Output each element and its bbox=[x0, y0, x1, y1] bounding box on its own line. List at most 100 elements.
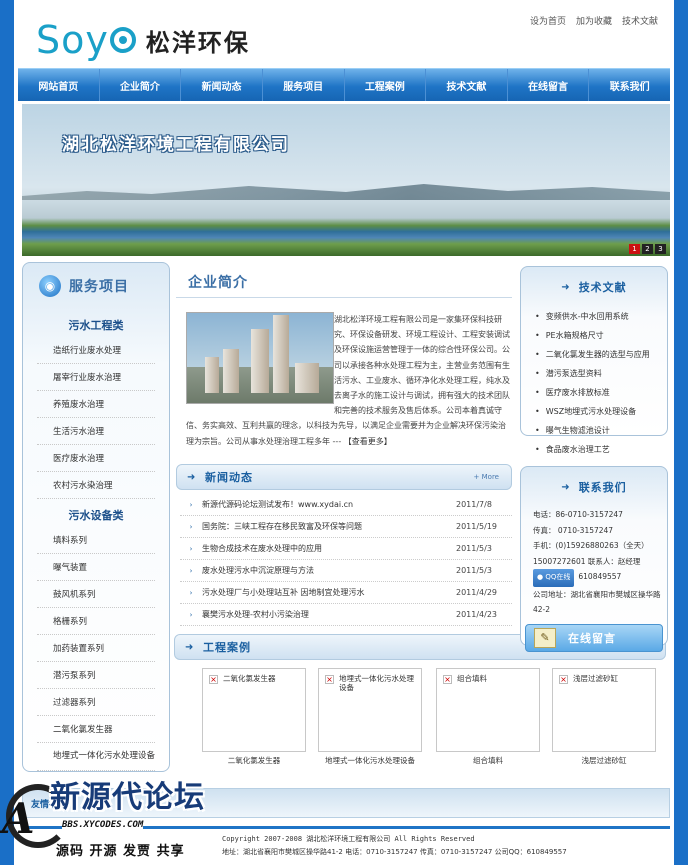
banner: 湖北松洋环境工程有限公司 1 2 3 bbox=[22, 104, 670, 256]
list-item[interactable]: 农村污水染治理 bbox=[37, 472, 155, 499]
list-item[interactable]: WSZ地埋式污水处理设备 bbox=[535, 402, 657, 421]
news-row[interactable]: › 新源代源码论坛测试发布！www.xydai.cn 2011/7/8 bbox=[180, 494, 512, 516]
broken-image-icon: × bbox=[443, 675, 452, 684]
services-title: 服务项目 bbox=[69, 279, 129, 295]
tech-title: 技术文献 bbox=[578, 281, 627, 294]
news-row[interactable]: › 废水处理污水中沉淀原理与方法 2011/5/3 bbox=[180, 560, 512, 582]
notepad-icon: ✎ bbox=[534, 627, 556, 648]
tech-docs-link[interactable]: 技术文献 bbox=[622, 14, 658, 27]
cases-title: 工程案例 bbox=[203, 641, 251, 654]
services-sidebar: ◉ 服务项目 污水工程类 造纸行业废水处理 屠宰行业废水治理 养殖废水治理 生活… bbox=[22, 262, 170, 772]
category-water-equipment-list: 填料系列 曝气装置 鼓风机系列 格栅系列 加药装置系列 潜污泵系列 过滤器系列 … bbox=[23, 527, 169, 771]
case-caption: 浅层过滤砂缸 bbox=[581, 756, 627, 765]
set-homepage-link[interactable]: 设为首页 bbox=[530, 14, 566, 27]
contact-info: 电话：86-0710-3157247 传真： 0710-3157247 手机：(… bbox=[521, 507, 667, 618]
about-paragraph-2-wrap: 信、务实高效、互利共赢的理念，以科技为先导，以满足企业需要并为企业解决环保污染治… bbox=[180, 418, 510, 448]
cases-gallery: × 二氧化氯发生器 二氧化氯发生器 × 地埋式一体化污水处理设备 地埋式一体化污水处… bbox=[174, 668, 666, 766]
site-logo[interactable]: Soy 松洋环保 bbox=[36, 18, 250, 62]
list-item[interactable]: 鼓风机系列 bbox=[37, 581, 155, 608]
case-image-alt: 地埋式一体化污水处理设备 bbox=[339, 674, 414, 692]
news-list: › 新源代源码论坛测试发布！www.xydai.cn 2011/7/8 › 国务院：三… bbox=[180, 494, 512, 626]
contact-mobile-2: 15007272601 联系人：赵经理 bbox=[533, 556, 641, 566]
contact-sidebar: ➜ 联系我们 电话：86-0710-3157247 传真： 0710-315724… bbox=[520, 466, 668, 652]
footer-address: 地址：湖北省襄阳市樊城区操华路41-2 电话：0710-3157247 传真：0… bbox=[222, 848, 567, 856]
news-header: ➜ 新闻动态 + More bbox=[176, 464, 512, 490]
list-item[interactable]: 二氧化氯发生器的选型与应用 bbox=[535, 345, 657, 364]
news-row[interactable]: › 国务院：三峡工程存在移民致富及环保等问题 2011/5/19 bbox=[180, 516, 512, 538]
news-item-date: 2011/4/29 bbox=[456, 588, 498, 597]
bullet-icon: › bbox=[189, 522, 193, 531]
arrow-right-icon: ➜ bbox=[185, 641, 194, 653]
contact-address: 公司地址：湖北省襄阳市樊城区操华路42-2 bbox=[533, 589, 661, 615]
news-item-title: 新源代源码论坛测试发布！www.xydai.cn bbox=[202, 500, 354, 509]
list-item[interactable]: 潜污泵系列 bbox=[37, 662, 155, 689]
list-item[interactable]: 潜污泵选型资料 bbox=[535, 364, 657, 383]
watermark-tagline: 源码 开源 发贾 共享 bbox=[56, 844, 185, 859]
case-item[interactable]: × 地埋式一体化污水处理设备 地埋式一体化污水处理设备 bbox=[318, 668, 422, 766]
list-item[interactable]: 过滤器系列 bbox=[37, 689, 155, 716]
page: Soy 松洋环保 设为首页 加为收藏 技术文献 网站首页 企业简介 新闻动态 服… bbox=[14, 0, 674, 865]
banner-page-2[interactable]: 2 bbox=[642, 244, 653, 254]
list-item[interactable]: 地埋式一体化污水处理设备 bbox=[37, 743, 155, 771]
news-row[interactable]: › 襄樊污水处理-农村小污染治理 2011/4/23 bbox=[180, 604, 512, 626]
nav-tech[interactable]: 技术文献 bbox=[426, 69, 508, 101]
case-image: × 浅层过滤砂缸 bbox=[552, 668, 656, 752]
contact-fax: 传真： 0710-3157247 bbox=[533, 525, 614, 535]
list-item[interactable]: 曝气装置 bbox=[37, 554, 155, 581]
list-item[interactable]: 屠宰行业废水治理 bbox=[37, 364, 155, 391]
nav-message[interactable]: 在线留言 bbox=[508, 69, 590, 101]
nav-contact[interactable]: 联系我们 bbox=[589, 69, 670, 101]
banner-page-1[interactable]: 1 bbox=[629, 244, 640, 254]
add-favorite-link[interactable]: 加为收藏 bbox=[576, 14, 612, 27]
news-item-date: 2011/4/23 bbox=[456, 610, 498, 619]
list-item[interactable]: 造纸行业废水处理 bbox=[37, 337, 155, 364]
online-message-label: 在线留言 bbox=[568, 631, 616, 645]
top-links: 设为首页 加为收藏 技术文献 bbox=[530, 14, 658, 27]
nav-services[interactable]: 服务项目 bbox=[263, 69, 345, 101]
banner-page-3[interactable]: 3 bbox=[655, 244, 666, 254]
nav-news[interactable]: 新闻动态 bbox=[181, 69, 263, 101]
online-message-button[interactable]: ✎ 在线留言 bbox=[525, 623, 663, 652]
nav-about[interactable]: 企业简介 bbox=[100, 69, 182, 101]
list-item[interactable]: 生活污水治理 bbox=[37, 418, 155, 445]
case-item[interactable]: × 组合填料 组合填料 bbox=[436, 668, 540, 766]
news-item-date: 2011/5/3 bbox=[456, 566, 492, 575]
read-more-link[interactable]: 【查看更多】 bbox=[344, 437, 392, 446]
bullet-icon: › bbox=[189, 500, 193, 509]
nav-cases[interactable]: 工程案例 bbox=[345, 69, 427, 101]
list-item[interactable]: 曝气生物滤池设计 bbox=[535, 421, 657, 440]
logo-text-cn: 松洋环保 bbox=[145, 28, 250, 57]
header: Soy 松洋环保 设为首页 加为收藏 技术文献 bbox=[14, 0, 674, 68]
broken-image-icon: × bbox=[325, 675, 334, 684]
news-item-title: 国务院：三峡工程存在移民致富及环保等问题 bbox=[202, 522, 362, 531]
qq-online-label: QQ在线 bbox=[545, 573, 571, 581]
list-item[interactable]: 医疗废水治理 bbox=[37, 445, 155, 472]
list-item[interactable]: 填料系列 bbox=[37, 527, 155, 554]
list-item[interactable]: 格栅系列 bbox=[37, 608, 155, 635]
about-paragraph-1: 湖北松洋环境工程有限公司是一家集环保科技研究、环保设备研发、环境工程设计、工程安… bbox=[334, 315, 510, 416]
news-item-date: 2011/5/3 bbox=[456, 544, 492, 553]
bullet-icon: › bbox=[189, 544, 193, 553]
list-item[interactable]: 养殖废水治理 bbox=[37, 391, 155, 418]
list-item[interactable]: 变频供水-中水回用系统 bbox=[535, 307, 657, 326]
category-water-engineering[interactable]: 污水工程类 bbox=[23, 309, 169, 337]
nav-home[interactable]: 网站首页 bbox=[18, 69, 100, 101]
list-item[interactable]: PE水箱规格尺寸 bbox=[535, 326, 657, 345]
case-image-alt: 浅层过滤砂缸 bbox=[573, 674, 618, 683]
list-item[interactable]: 医疗废水排放标准 bbox=[535, 383, 657, 402]
news-row[interactable]: › 生物合成技术在废水处理中的应用 2011/5/3 bbox=[180, 538, 512, 560]
logo-text-en: Soy bbox=[36, 18, 109, 62]
list-item[interactable]: 食品废水治理工艺 bbox=[535, 440, 657, 459]
case-image: × 地埋式一体化污水处理设备 bbox=[318, 668, 422, 752]
list-item[interactable]: 二氧化氯发生器 bbox=[37, 716, 155, 743]
category-water-equipment[interactable]: 污水设备类 bbox=[23, 499, 169, 527]
qq-online-button[interactable]: ● QQ在线 bbox=[533, 569, 575, 587]
case-caption: 二氧化氯发生器 bbox=[227, 756, 281, 765]
banner-title: 湖北松洋环境工程有限公司 bbox=[62, 135, 290, 155]
news-row[interactable]: › 污水处理厂与小处理站互补 因地制宜处理污水 2011/4/29 bbox=[180, 582, 512, 604]
case-item[interactable]: × 二氧化氯发生器 二氧化氯发生器 bbox=[202, 668, 306, 766]
case-item[interactable]: × 浅层过滤砂缸 浅层过滤砂缸 bbox=[552, 668, 656, 766]
news-more-link[interactable]: + More bbox=[474, 473, 499, 481]
case-caption: 地埋式一体化污水处理设备 bbox=[325, 756, 415, 765]
list-item[interactable]: 加药装置系列 bbox=[37, 635, 155, 662]
